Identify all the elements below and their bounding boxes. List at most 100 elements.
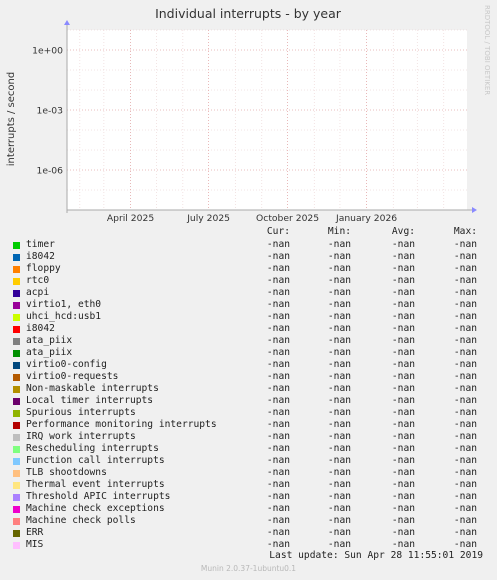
legend-cur-value: -nan xyxy=(266,503,290,514)
legend-row: virtio0-requests -nan -nan -nan -nan xyxy=(0,371,497,383)
legend-row: ERR -nan -nan -nan -nan xyxy=(0,527,497,539)
legend-avg-value: -nan xyxy=(391,287,415,298)
legend-avg-value: -nan xyxy=(391,359,415,370)
legend-col-avg: Avg: xyxy=(391,226,415,237)
legend-avg-value: -nan xyxy=(391,455,415,466)
legend-swatch xyxy=(13,290,20,297)
legend-swatch xyxy=(13,386,20,393)
legend-swatch xyxy=(13,470,20,477)
legend-cur-value: -nan xyxy=(266,275,290,286)
legend-swatch xyxy=(13,506,20,513)
legend-cur-value: -nan xyxy=(266,491,290,502)
legend-cur-value: -nan xyxy=(266,359,290,370)
legend-row: Rescheduling interrupts -nan -nan -nan -nan xyxy=(0,443,497,455)
legend-max-value: -nan xyxy=(453,407,477,418)
legend-cur-value: -nan xyxy=(266,371,290,382)
legend-row: Machine check exceptions -nan -nan -nan -nan xyxy=(0,503,497,515)
legend-swatch xyxy=(13,458,20,465)
legend-min-value: -nan xyxy=(327,311,351,322)
legend-series-name: Function call interrupts xyxy=(26,455,165,466)
legend-min-value: -nan xyxy=(327,323,351,334)
legend-swatch xyxy=(13,410,20,417)
legend-swatch xyxy=(13,326,20,333)
chart-title: Individual interrupts - by year xyxy=(155,6,342,21)
legend-min-value: -nan xyxy=(327,335,351,346)
legend-row: Thermal event interrupts -nan -nan -nan -nan xyxy=(0,479,497,491)
legend-max-value: -nan xyxy=(453,419,477,430)
legend-row: ata_piix -nan -nan -nan -nan xyxy=(0,335,497,347)
legend-max-value: -nan xyxy=(453,359,477,370)
legend-avg-value: -nan xyxy=(391,443,415,454)
legend-min-value: -nan xyxy=(327,479,351,490)
legend-series-name: floppy xyxy=(26,263,61,274)
legend-avg-value: -nan xyxy=(391,275,415,286)
y-axis-arrow xyxy=(64,20,70,25)
plot-area xyxy=(67,30,467,210)
legend-avg-value: -nan xyxy=(391,527,415,538)
legend-swatch xyxy=(13,398,20,405)
legend-max-value: -nan xyxy=(453,323,477,334)
legend-min-value: -nan xyxy=(327,347,351,358)
legend-cur-value: -nan xyxy=(266,347,290,358)
legend-avg-value: -nan xyxy=(391,479,415,490)
legend-row: virtio0-config -nan -nan -nan -nan xyxy=(0,359,497,371)
legend-row: ata_piix -nan -nan -nan -nan xyxy=(0,347,497,359)
legend-min-value: -nan xyxy=(327,359,351,370)
legend-row: virtio1, eth0 -nan -nan -nan -nan xyxy=(0,299,497,311)
legend-row: i8042 -nan -nan -nan -nan xyxy=(0,323,497,335)
legend-min-value: -nan xyxy=(327,395,351,406)
legend-series-name: virtio0-requests xyxy=(26,371,119,382)
legend-max-value: -nan xyxy=(453,335,477,346)
legend-max-value: -nan xyxy=(453,311,477,322)
legend-series-name: MIS xyxy=(26,539,44,550)
legend-row: i8042 -nan -nan -nan -nan xyxy=(0,251,497,263)
legend-swatch xyxy=(13,266,20,273)
legend-row: Local timer interrupts -nan -nan -nan -nan xyxy=(0,395,497,407)
legend-cur-value: -nan xyxy=(266,263,290,274)
legend-row: Spurious interrupts -nan -nan -nan -nan xyxy=(0,407,497,419)
legend-cur-value: -nan xyxy=(266,515,290,526)
legend-min-value: -nan xyxy=(327,455,351,466)
legend-max-value: -nan xyxy=(453,515,477,526)
legend-max-value: -nan xyxy=(453,287,477,298)
legend-col-min: Min: xyxy=(327,226,351,237)
legend-avg-value: -nan xyxy=(391,335,415,346)
legend-avg-value: -nan xyxy=(391,395,415,406)
legend-cur-value: -nan xyxy=(266,455,290,466)
legend-row: Non-maskable interrupts -nan -nan -nan -nan xyxy=(0,383,497,395)
legend-avg-value: -nan xyxy=(391,239,415,250)
legend-cur-value: -nan xyxy=(266,335,290,346)
x-tick-label: July 2025 xyxy=(186,213,230,224)
legend-max-value: -nan xyxy=(453,491,477,502)
y-axis-label: interrupts / second xyxy=(6,72,17,166)
legend-cur-value: -nan xyxy=(266,311,290,322)
legend-min-value: -nan xyxy=(327,299,351,310)
legend-swatch xyxy=(13,254,20,261)
legend-series-name: ERR xyxy=(26,527,44,538)
legend-series-name: IRQ work interrupts xyxy=(26,431,136,442)
legend-swatch xyxy=(13,542,20,549)
legend-min-value: -nan xyxy=(327,443,351,454)
legend-row: Function call interrupts -nan -nan -nan -nan xyxy=(0,455,497,467)
legend-cur-value: -nan xyxy=(266,443,290,454)
legend-avg-value: -nan xyxy=(391,251,415,262)
legend-min-value: -nan xyxy=(327,527,351,538)
legend-series-name: i8042 xyxy=(26,251,55,262)
legend-swatch xyxy=(13,374,20,381)
legend-avg-value: -nan xyxy=(391,299,415,310)
legend-max-value: -nan xyxy=(453,395,477,406)
legend-avg-value: -nan xyxy=(391,515,415,526)
legend-row: floppy -nan -nan -nan -nan xyxy=(0,263,497,275)
legend-series-name: i8042 xyxy=(26,323,55,334)
legend-min-value: -nan xyxy=(327,419,351,430)
legend-avg-value: -nan xyxy=(391,371,415,382)
legend-max-value: -nan xyxy=(453,467,477,478)
legend-avg-value: -nan xyxy=(391,503,415,514)
legend-series-name: ata_piix xyxy=(26,335,73,346)
legend-col-max: Max: xyxy=(453,226,477,237)
legend-series-name: Rescheduling interrupts xyxy=(26,443,159,454)
legend-series-name: virtio0-config xyxy=(26,359,107,370)
legend-min-value: -nan xyxy=(327,503,351,514)
legend-max-value: -nan xyxy=(453,371,477,382)
chart-svg: Individual interrupts - by year interrup… xyxy=(6,5,491,224)
